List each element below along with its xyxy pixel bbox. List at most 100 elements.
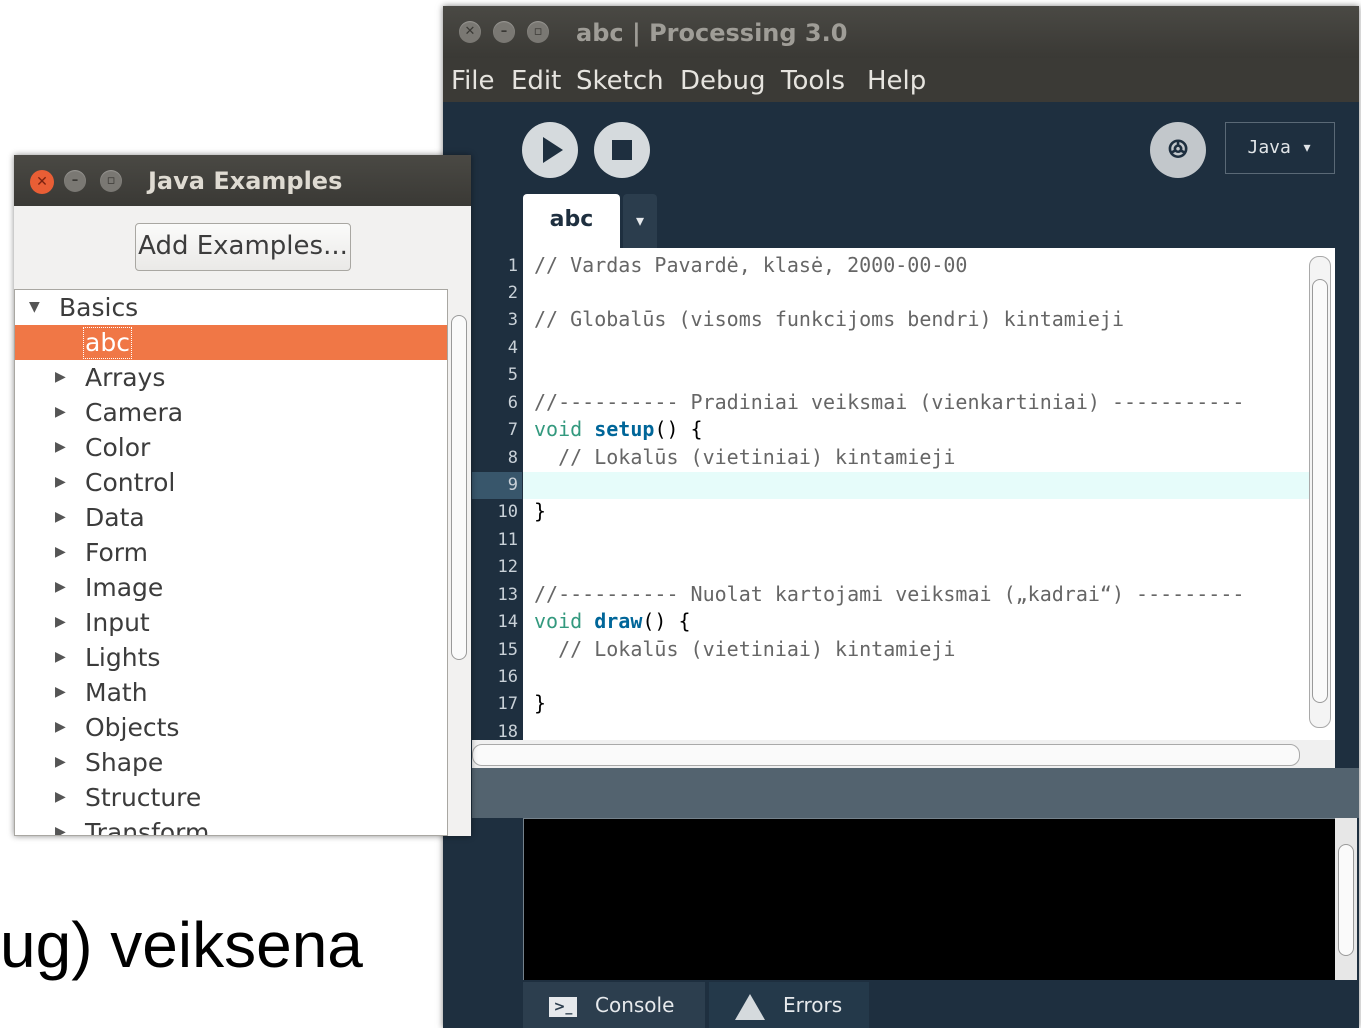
function-name: draw bbox=[594, 609, 643, 633]
expand-right-icon[interactable]: ▶ bbox=[55, 745, 66, 780]
tree-item-basics[interactable]: ▼ Basics bbox=[15, 290, 447, 325]
line-number-gutter: 1 2 3 4 5 6 7 8 9 10 11 12 13 14 15 16 1… bbox=[472, 248, 522, 740]
expand-right-icon[interactable]: ▶ bbox=[55, 570, 66, 605]
tree-item[interactable]: ▶ Structure bbox=[15, 780, 447, 815]
editor-horizontal-scrollbar[interactable] bbox=[472, 740, 1335, 768]
code-line-10: } bbox=[534, 499, 547, 523]
line-number: 8 bbox=[507, 448, 518, 468]
stop-icon bbox=[612, 140, 632, 160]
minimize-icon[interactable]: – bbox=[493, 21, 515, 43]
expand-right-icon[interactable]: ▶ bbox=[55, 430, 66, 465]
console-scrollbar[interactable] bbox=[1335, 818, 1357, 980]
close-icon[interactable]: ✕ bbox=[459, 21, 481, 43]
scroll-thumb[interactable] bbox=[1312, 279, 1328, 703]
scroll-thumb[interactable] bbox=[451, 315, 467, 660]
code-punct: () { bbox=[654, 417, 703, 441]
expand-right-icon[interactable]: ▶ bbox=[55, 395, 66, 430]
tree-item-label: Objects bbox=[85, 713, 180, 742]
tree-item[interactable]: ▶ Transform bbox=[15, 815, 447, 835]
console-icon: >_ bbox=[549, 996, 577, 1017]
tab-menu-button[interactable]: ▾ bbox=[623, 194, 657, 248]
console-output[interactable] bbox=[523, 818, 1337, 982]
scroll-thumb[interactable] bbox=[472, 744, 1300, 766]
line-number: 1 bbox=[507, 256, 518, 276]
tree-scrollbar[interactable] bbox=[448, 289, 470, 834]
console-tab[interactable]: >_ Console bbox=[523, 982, 705, 1028]
menu-tools[interactable]: Tools bbox=[781, 66, 845, 96]
tree-item-label: Structure bbox=[85, 783, 202, 812]
run-button[interactable] bbox=[522, 122, 578, 178]
tree-item-label: Image bbox=[85, 573, 164, 602]
expand-right-icon[interactable]: ▶ bbox=[55, 360, 66, 395]
debug-butterfly-icon[interactable]: ꔮ bbox=[1150, 122, 1206, 178]
tree-item-label: Input bbox=[85, 608, 150, 637]
expand-right-icon[interactable]: ▶ bbox=[55, 815, 66, 835]
expand-right-icon[interactable]: ▶ bbox=[55, 605, 66, 640]
line-number: 6 bbox=[507, 393, 518, 413]
tree-item[interactable]: ▶ Math bbox=[15, 675, 447, 710]
tree-item-label: Camera bbox=[85, 398, 184, 427]
tree-item[interactable]: ▶ Arrays bbox=[15, 360, 447, 395]
play-icon bbox=[543, 137, 563, 163]
title-bar: ✕ – ▫ abc | Processing 3.0 bbox=[443, 6, 1359, 58]
footer-tabs: >_ Console Errors bbox=[443, 980, 1359, 1028]
tree-item[interactable]: ▶ Input bbox=[15, 605, 447, 640]
code-line-17: } bbox=[534, 691, 547, 715]
tree-item[interactable]: ▶ Image bbox=[15, 570, 447, 605]
line-number: 18 bbox=[497, 722, 518, 740]
tree-item-selected[interactable]: abc bbox=[15, 325, 447, 360]
tree-item-label: Data bbox=[85, 503, 145, 532]
tree-item[interactable]: ▶ Data bbox=[15, 500, 447, 535]
errors-tab[interactable]: Errors bbox=[709, 982, 869, 1028]
menu-sketch[interactable]: Sketch bbox=[576, 66, 664, 96]
minimize-icon[interactable]: – bbox=[64, 170, 86, 192]
examples-tree: ▼ Basics abc ▶ Arrays ▶ Camera ▶ Color ▶ Con… bbox=[14, 289, 448, 836]
stop-button[interactable] bbox=[594, 122, 650, 178]
current-line-highlight bbox=[523, 472, 1309, 499]
line-number: 12 bbox=[497, 557, 518, 577]
menu-help[interactable]: Help bbox=[867, 66, 926, 96]
tree-item[interactable]: ▶ Color bbox=[15, 430, 447, 465]
keyword: void bbox=[534, 417, 583, 441]
tree-item[interactable]: ▶ Control bbox=[15, 465, 447, 500]
keyword: void bbox=[534, 609, 583, 633]
expand-right-icon[interactable]: ▶ bbox=[55, 465, 66, 500]
console-tab-label: Console bbox=[595, 993, 675, 1017]
tree-item[interactable]: ▶ Lights bbox=[15, 640, 447, 675]
menu-bar: File Edit Sketch Debug Tools Help bbox=[443, 58, 1359, 102]
expand-right-icon[interactable]: ▶ bbox=[55, 780, 66, 815]
tree-item-label: Control bbox=[85, 468, 176, 497]
mode-selector[interactable]: Java ▾ bbox=[1225, 122, 1335, 174]
close-icon[interactable]: ✕ bbox=[30, 170, 54, 194]
tree-item-label: abc bbox=[83, 327, 132, 359]
expand-down-icon[interactable]: ▼ bbox=[29, 290, 40, 325]
tab-abc[interactable]: abc bbox=[523, 194, 620, 248]
line-number: 3 bbox=[507, 310, 518, 330]
line-number: 13 bbox=[497, 585, 518, 605]
menu-debug[interactable]: Debug bbox=[680, 66, 766, 96]
code-punct: () { bbox=[642, 609, 691, 633]
maximize-icon[interactable]: ▫ bbox=[100, 170, 122, 192]
tree-item[interactable]: ▶ Objects bbox=[15, 710, 447, 745]
tree-item[interactable]: ▶ Form bbox=[15, 535, 447, 570]
expand-right-icon[interactable]: ▶ bbox=[55, 675, 66, 710]
expand-right-icon[interactable]: ▶ bbox=[55, 500, 66, 535]
tree-item[interactable]: ▶ Camera bbox=[15, 395, 447, 430]
scroll-thumb[interactable] bbox=[1338, 844, 1354, 956]
editor-vertical-scrollbar[interactable] bbox=[1309, 256, 1331, 728]
expand-right-icon[interactable]: ▶ bbox=[55, 710, 66, 745]
menu-edit[interactable]: Edit bbox=[511, 66, 561, 96]
add-examples-button[interactable]: Add Examples... bbox=[135, 223, 351, 271]
code-line-1: // Vardas Pavardė, klasė, 2000-00-00 bbox=[534, 253, 968, 277]
expand-right-icon[interactable]: ▶ bbox=[55, 640, 66, 675]
function-name: setup bbox=[594, 417, 655, 441]
expand-right-icon[interactable]: ▶ bbox=[55, 535, 66, 570]
code-editor[interactable]: // Vardas Pavardė, klasė, 2000-00-00 // … bbox=[523, 248, 1335, 740]
line-number: 16 bbox=[497, 667, 518, 687]
errors-tab-label: Errors bbox=[783, 993, 843, 1017]
menu-file[interactable]: File bbox=[451, 66, 495, 96]
tree-item[interactable]: ▶ Shape bbox=[15, 745, 447, 780]
tree-item-label: Color bbox=[85, 433, 151, 462]
maximize-icon[interactable]: ▫ bbox=[527, 21, 549, 43]
line-number: 17 bbox=[497, 694, 518, 714]
